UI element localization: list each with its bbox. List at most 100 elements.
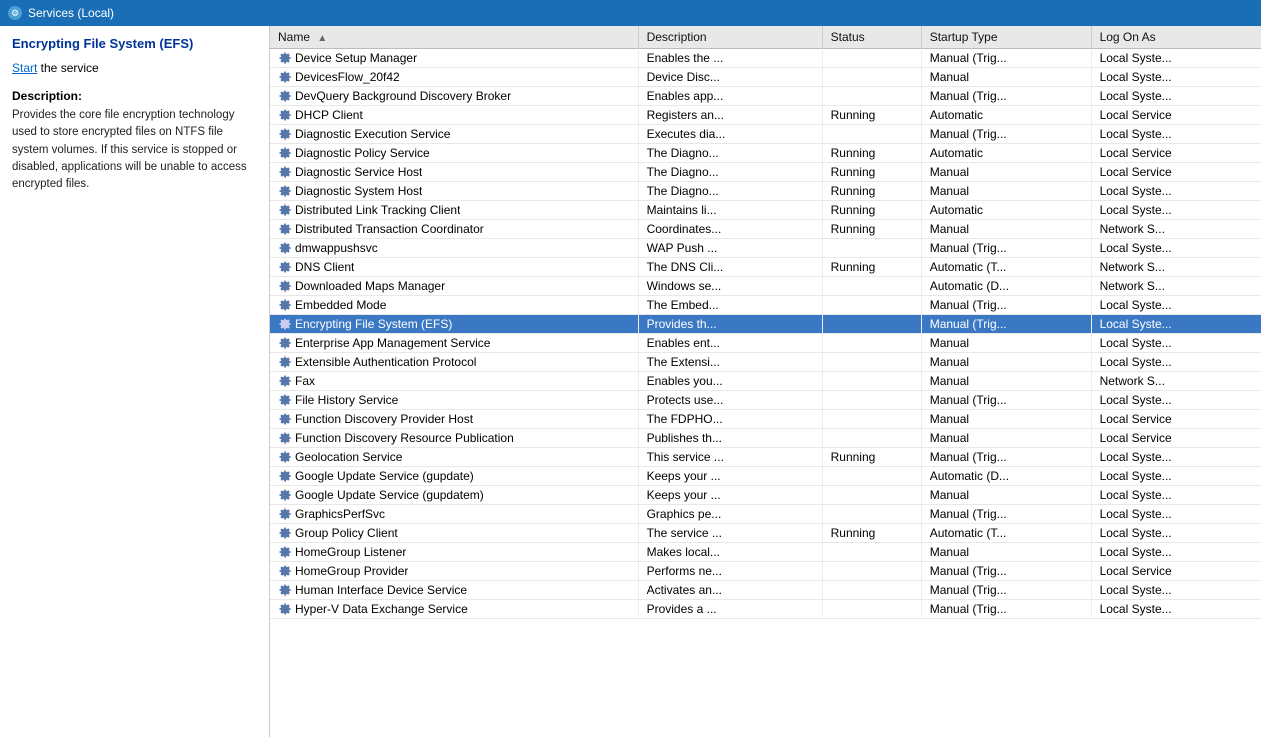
service-status-cell: Running (822, 106, 921, 125)
service-desc-cell: Provides a ... (638, 600, 822, 619)
service-name-cell: Downloaded Maps Manager (270, 277, 638, 296)
service-logon-cell: Local Syste... (1091, 49, 1261, 68)
service-icon (278, 412, 292, 426)
service-icon (278, 469, 292, 483)
service-logon-cell: Network S... (1091, 372, 1261, 391)
table-row[interactable]: FaxEnables you...ManualNetwork S... (270, 372, 1261, 391)
table-row[interactable]: Downloaded Maps ManagerWindows se...Auto… (270, 277, 1261, 296)
table-row[interactable]: DevicesFlow_20f42Device Disc...ManualLoc… (270, 68, 1261, 87)
table-row[interactable]: Diagnostic Execution ServiceExecutes dia… (270, 125, 1261, 144)
table-row[interactable]: Google Update Service (gupdate) Keeps you… (270, 467, 1261, 486)
table-row[interactable]: Group Policy ClientThe service ...Runnin… (270, 524, 1261, 543)
service-startup-cell: Automatic (921, 201, 1091, 220)
col-header-startup[interactable]: Startup Type (921, 26, 1091, 49)
service-icon (278, 165, 292, 179)
service-status-cell (822, 68, 921, 87)
service-desc-cell: Graphics pe... (638, 505, 822, 524)
service-desc-cell: The FDPHO... (638, 410, 822, 429)
table-row[interactable]: Function Discovery Provider HostThe FDPH… (270, 410, 1261, 429)
table-row[interactable]: Geolocation ServiceThis service ...Runni… (270, 448, 1261, 467)
service-name-text: Diagnostic Execution Service (295, 127, 450, 141)
link-suffix: the service (37, 61, 98, 75)
table-row[interactable]: Distributed Transaction CoordinatorCoord… (270, 220, 1261, 239)
table-row[interactable]: Enterprise App Management ServiceEnables… (270, 334, 1261, 353)
table-row[interactable]: Encrypting File System (EFS)Provides th.… (270, 315, 1261, 334)
service-icon (278, 108, 292, 122)
col-header-status[interactable]: Status (822, 26, 921, 49)
col-header-description[interactable]: Description (638, 26, 822, 49)
service-name-text: Diagnostic System Host (295, 184, 422, 198)
service-desc-cell: WAP Push ... (638, 239, 822, 258)
service-logon-cell: Local Syste... (1091, 239, 1261, 258)
service-name-text: DNS Client (295, 260, 354, 274)
service-status-cell (822, 49, 921, 68)
service-status-cell: Running (822, 524, 921, 543)
service-icon (278, 298, 292, 312)
table-row[interactable]: Extensible Authentication ProtocolThe Ex… (270, 353, 1261, 372)
service-desc-cell: Provides th... (638, 315, 822, 334)
service-name-text: Google Update Service (gupdate) (295, 469, 474, 483)
titlebar-label: Services (Local) (28, 6, 114, 20)
table-row[interactable]: HomeGroup ListenerMakes local...ManualLo… (270, 543, 1261, 562)
table-row[interactable]: Diagnostic Policy Service The Diagno...Ru… (270, 144, 1261, 163)
service-startup-cell: Manual (Trig... (921, 448, 1091, 467)
table-row[interactable]: Diagnostic Service HostThe Diagno...Runn… (270, 163, 1261, 182)
service-desc-cell: Keeps your ... (638, 467, 822, 486)
table-row[interactable]: Diagnostic System HostThe Diagno...Runni… (270, 182, 1261, 201)
table-row[interactable]: GraphicsPerfSvcGraphics pe...Manual (Tri… (270, 505, 1261, 524)
service-name-text: DevicesFlow_20f42 (295, 70, 400, 84)
service-icon (278, 507, 292, 521)
service-startup-cell: Manual (Trig... (921, 296, 1091, 315)
service-name-text: Device Setup Manager (295, 51, 417, 65)
sort-arrow-name: ▲ (317, 33, 327, 44)
service-logon-cell: Local Syste... (1091, 505, 1261, 524)
service-desc-cell: The Diagno... (638, 144, 822, 163)
service-logon-cell: Local Service (1091, 410, 1261, 429)
service-desc-cell: Protects use... (638, 391, 822, 410)
table-row[interactable]: DHCP ClientRegisters an...RunningAutomat… (270, 106, 1261, 125)
table-row[interactable]: DNS ClientThe DNS Cli...RunningAutomatic… (270, 258, 1261, 277)
start-link[interactable]: Start (12, 61, 37, 75)
service-name-text: Embedded Mode (295, 298, 386, 312)
table-row[interactable]: Human Interface Device ServiceActivates … (270, 581, 1261, 600)
col-header-logon[interactable]: Log On As (1091, 26, 1261, 49)
service-desc-cell: The Diagno... (638, 163, 822, 182)
service-desc-cell: Keeps your ... (638, 486, 822, 505)
service-name-text: Human Interface Device Service (295, 583, 467, 597)
service-status-cell (822, 125, 921, 144)
service-name-text: Google Update Service (gupdatem) (295, 488, 484, 502)
service-status-cell (822, 239, 921, 258)
table-row[interactable]: DevQuery Background Discovery BrokerEnab… (270, 87, 1261, 106)
service-status-cell: Running (822, 220, 921, 239)
service-name-cell: Hyper-V Data Exchange Service (270, 600, 638, 619)
table-row[interactable]: Hyper-V Data Exchange ServiceProvides a … (270, 600, 1261, 619)
service-desc-cell: The Embed... (638, 296, 822, 315)
service-logon-cell: Local Syste... (1091, 87, 1261, 106)
table-row[interactable]: Embedded Mode The Embed... Manual (Trig...… (270, 296, 1261, 315)
service-status-cell (822, 334, 921, 353)
title-bar: ⚙ Services (Local) (0, 0, 1261, 26)
service-desc-cell: Enables app... (638, 87, 822, 106)
service-logon-cell: Local Syste... (1091, 296, 1261, 315)
table-row[interactable]: Function Discovery Resource PublicationP… (270, 429, 1261, 448)
service-name-text: dmwappushsvc (295, 241, 378, 255)
service-name-cell: Diagnostic Execution Service (270, 125, 638, 144)
service-startup-cell: Manual (921, 429, 1091, 448)
table-row[interactable]: Distributed Link Tracking ClientMaintain… (270, 201, 1261, 220)
service-desc-cell: Makes local... (638, 543, 822, 562)
table-row[interactable]: Google Update Service (gupdatem) Keeps yo… (270, 486, 1261, 505)
service-status-cell: Running (822, 144, 921, 163)
service-name-text: Diagnostic Policy Service (295, 146, 430, 160)
service-status-cell (822, 600, 921, 619)
table-row[interactable]: Device Setup ManagerEnables the ...Manua… (270, 49, 1261, 68)
service-icon (278, 431, 292, 445)
table-row[interactable]: File History ServiceProtects use...Manua… (270, 391, 1261, 410)
service-startup-cell: Manual (921, 182, 1091, 201)
table-row[interactable]: HomeGroup ProviderPerforms ne...Manual (… (270, 562, 1261, 581)
service-name-cell: Extensible Authentication Protocol (270, 353, 638, 372)
service-logon-cell: Network S... (1091, 258, 1261, 277)
col-header-name[interactable]: Name ▲ (270, 26, 638, 49)
service-status-cell (822, 315, 921, 334)
table-row[interactable]: dmwappushsvcWAP Push ...Manual (Trig...L… (270, 239, 1261, 258)
service-status-cell (822, 410, 921, 429)
